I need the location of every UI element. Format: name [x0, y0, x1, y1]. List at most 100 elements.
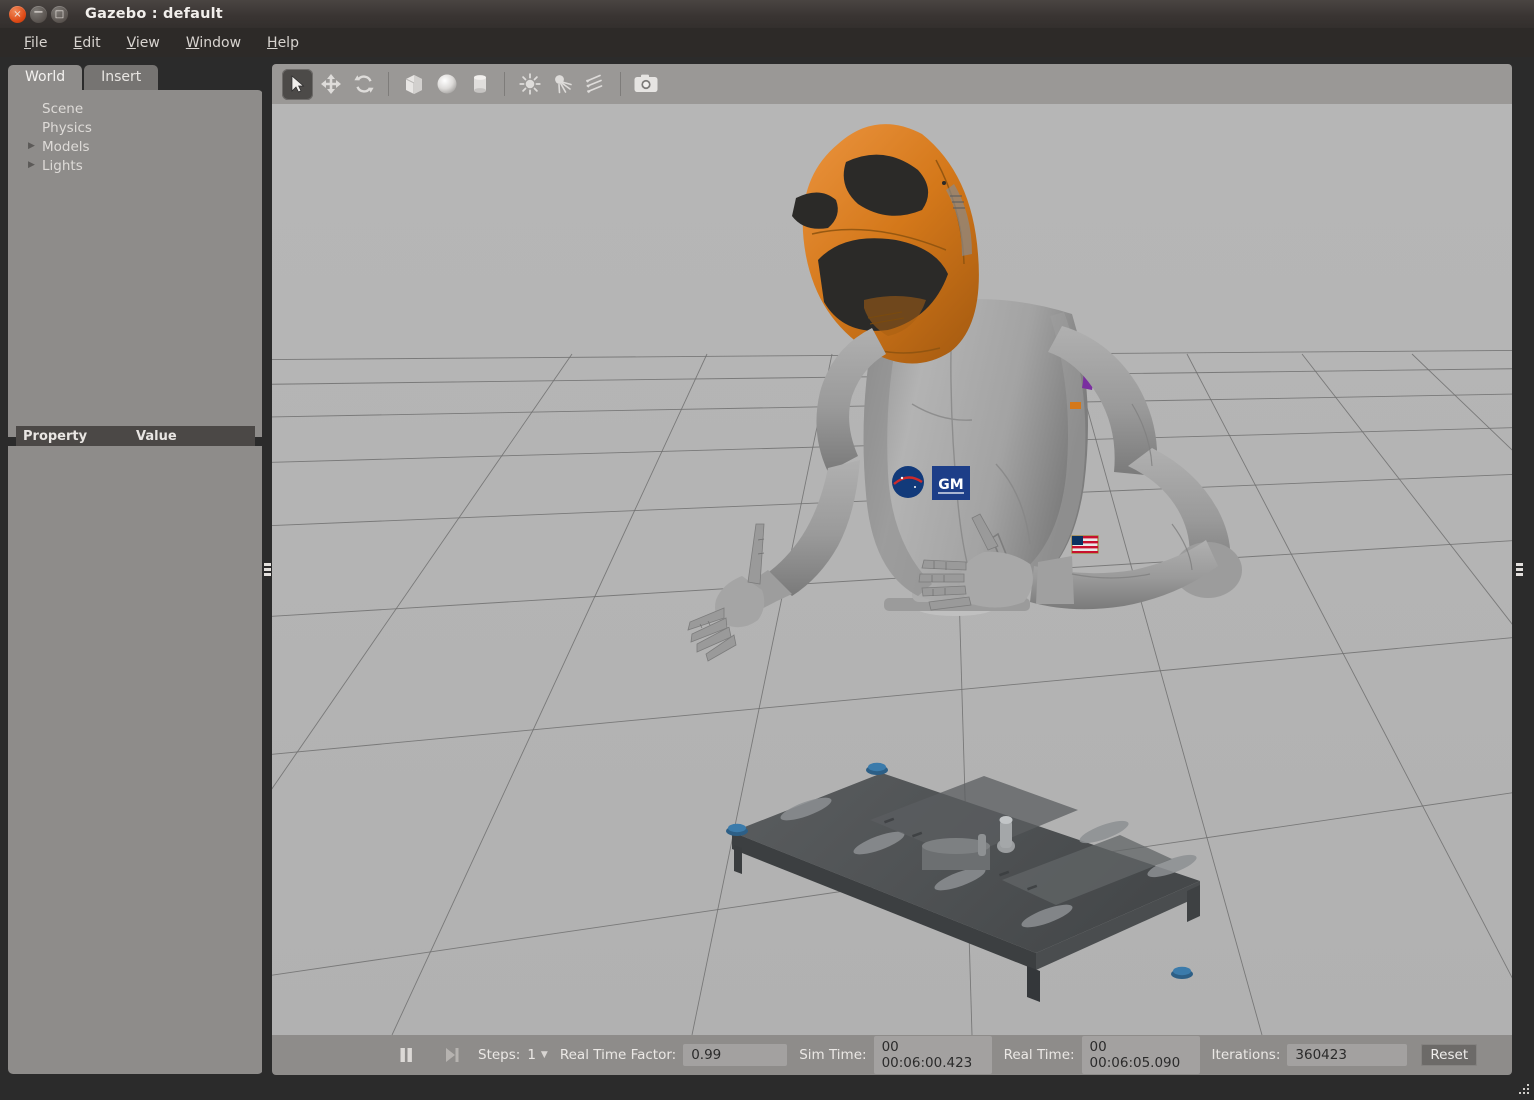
insert-box-button[interactable] [398, 69, 429, 100]
maximize-glyph: □ [54, 8, 65, 20]
minimize-glyph: − [33, 4, 44, 20]
minimize-icon[interactable]: − [30, 4, 47, 23]
expand-arrow-icon: ▶ [28, 104, 42, 113]
property-table-header: Property Value [16, 426, 255, 446]
steps-value[interactable]: 1 [527, 1047, 536, 1063]
chevron-down-icon[interactable]: ▼ [541, 1050, 548, 1060]
real-time-label: Real Time: [1003, 1047, 1075, 1063]
menu-edit[interactable]: Edit [60, 32, 113, 54]
splitter-dots-icon [263, 563, 271, 576]
pause-icon [400, 1048, 412, 1062]
steps-label: Steps: [478, 1047, 521, 1063]
menu-window[interactable]: Window [173, 32, 254, 54]
insert-cylinder-button[interactable] [464, 69, 495, 100]
insert-directional-light-button[interactable] [580, 69, 611, 100]
expand-arrow-icon: ▶ [28, 123, 42, 132]
translate-mode-button[interactable] [315, 69, 346, 100]
maximize-icon[interactable]: □ [51, 5, 68, 23]
camera-icon [634, 74, 657, 92]
rotate-arrows-icon [353, 75, 374, 93]
tree-item-scene[interactable]: ▶ Scene [8, 99, 263, 118]
left-panel-tabs: World Insert [8, 64, 160, 90]
property-table-body [8, 446, 263, 1074]
select-mode-button[interactable] [282, 68, 313, 100]
close-icon[interactable]: × [9, 5, 26, 23]
step-forward-icon [446, 1048, 459, 1062]
point-light-icon [518, 73, 541, 95]
rotate-mode-button[interactable] [348, 69, 379, 100]
tree-item-models[interactable]: ▶ Models [8, 137, 263, 156]
toolbar-separator [388, 72, 389, 96]
menu-view-label: iew [135, 34, 160, 51]
svg-text:GM: GM [938, 477, 963, 493]
chevron-right-icon[interactable]: ▶ [28, 161, 42, 170]
pause-button[interactable] [392, 1042, 420, 1068]
iterations-value: 360423 [1287, 1044, 1408, 1066]
window-controls: × − □ [9, 4, 68, 23]
splitter-dots-icon [1515, 563, 1523, 576]
right-splitter[interactable] [1514, 64, 1524, 1075]
window-title: Gazebo : default [85, 6, 223, 22]
tree-item-physics[interactable]: ▶ Physics [8, 118, 263, 137]
nasa-logo [892, 466, 924, 498]
menu-view[interactable]: View [114, 32, 173, 54]
reset-button[interactable]: Reset [1421, 1044, 1478, 1066]
tab-insert[interactable]: Insert [84, 65, 159, 90]
cursor-arrow-icon [291, 75, 304, 93]
tree-item-label: Physics [42, 119, 92, 136]
real-time-factor-label: Real Time Factor: [559, 1047, 677, 1063]
column-header-property: Property [23, 428, 88, 444]
toolbar-separator [620, 72, 621, 96]
render-area: GM Steps: 1 ▼ Real Time Factor: 0.99 Sim… [272, 64, 1512, 1075]
tree-item-lights[interactable]: ▶ Lights [8, 156, 263, 175]
gazebo-window: × − □ Gazebo : default File Edit View Wi… [0, 0, 1534, 1100]
tree-item-label: Scene [42, 100, 84, 117]
move-arrows-icon [320, 74, 341, 94]
menu-file-label: ile [31, 34, 48, 51]
simulation-playbar: Steps: 1 ▼ Real Time Factor: 0.99 Sim Ti… [272, 1035, 1512, 1075]
sim-time-value: 00 00:06:00.423 [873, 1036, 992, 1074]
insert-sphere-button[interactable] [431, 69, 462, 100]
gm-logo: GM [932, 466, 970, 500]
menu-help-accel: H [267, 34, 278, 51]
close-glyph: × [13, 8, 22, 20]
window-resize-grip[interactable] [1516, 1083, 1530, 1097]
real-time-factor-value: 0.99 [683, 1044, 788, 1066]
left-splitter[interactable] [262, 64, 272, 1075]
step-forward-button[interactable] [438, 1042, 466, 1068]
menu-window-label: indow [199, 34, 242, 51]
tree-item-label: Lights [42, 157, 83, 174]
menu-view-accel: V [126, 34, 136, 51]
insert-spot-light-button[interactable] [547, 69, 578, 100]
menu-edit-accel: E [73, 34, 83, 51]
insert-point-light-button[interactable] [514, 69, 545, 100]
menu-bar: File Edit View Window Help [0, 28, 1534, 57]
menu-help-label: elp [277, 34, 299, 51]
title-bar: × − □ Gazebo : default [0, 0, 1534, 28]
column-header-value: Value [136, 428, 177, 444]
iterations-label: Iterations: [1211, 1047, 1281, 1063]
view-toolbar [272, 64, 1512, 104]
tree-item-label: Models [42, 138, 90, 155]
sim-time-label: Sim Time: [799, 1047, 867, 1063]
chevron-right-icon[interactable]: ▶ [28, 142, 42, 151]
cylinder-icon [473, 75, 486, 93]
spot-light-icon [554, 75, 572, 94]
scene-render: GM [272, 104, 1512, 1035]
menu-file[interactable]: File [11, 32, 60, 54]
menu-edit-label: dit [82, 34, 101, 51]
toolbar-separator [504, 72, 505, 96]
tab-world[interactable]: World [8, 65, 83, 90]
world-tree: ▶ Scene ▶ Physics ▶ Models ▶ Lights [8, 90, 263, 424]
menu-file-accel: F [24, 34, 32, 51]
3d-viewport[interactable]: GM [272, 104, 1512, 1035]
box-icon [405, 75, 422, 94]
left-panel: World Insert ▶ Scene ▶ Physics ▶ Models … [8, 64, 263, 1074]
screenshot-button[interactable] [630, 69, 661, 100]
sphere-icon [437, 74, 456, 94]
menu-help[interactable]: Help [254, 32, 312, 54]
us-flag-patch [1071, 535, 1099, 554]
directional-light-icon [585, 74, 602, 94]
real-time-value: 00 00:06:05.090 [1081, 1036, 1200, 1074]
menu-window-accel: W [185, 34, 200, 51]
